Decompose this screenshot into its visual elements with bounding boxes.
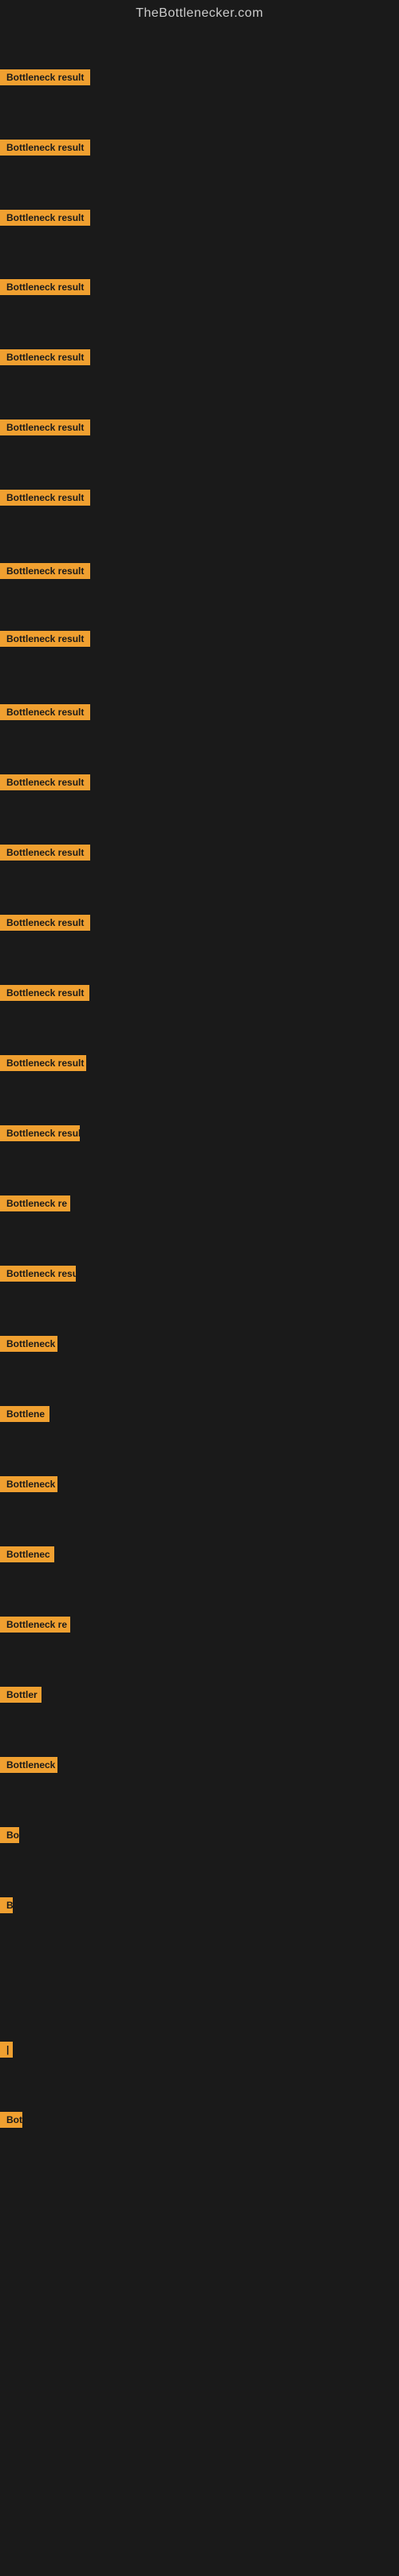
bottleneck-result-item[interactable]: Bottlenec bbox=[0, 1546, 54, 1566]
bottleneck-label: Bottleneck re bbox=[0, 1617, 70, 1633]
bottleneck-result-item[interactable]: Bottleneck result bbox=[0, 349, 90, 369]
bottleneck-label: Bottleneck result bbox=[0, 774, 90, 790]
site-title: TheBottlenecker.com bbox=[0, 0, 399, 24]
bottleneck-result-item[interactable]: Bottleneck resul bbox=[0, 1266, 76, 1286]
bottleneck-label: Bottleneck result bbox=[0, 985, 89, 1001]
bottleneck-result-item[interactable]: Bottlene bbox=[0, 1406, 49, 1426]
bottleneck-result-item[interactable]: Bottleneck result bbox=[0, 1125, 80, 1145]
bottleneck-result-item[interactable]: B bbox=[0, 1897, 13, 1917]
bottleneck-label: Bottleneck result bbox=[0, 69, 90, 85]
bottleneck-result-item[interactable]: Bottleneck re bbox=[0, 1195, 70, 1215]
bottleneck-result-item[interactable]: Bottleneck result bbox=[0, 704, 90, 724]
bottleneck-label: Bottlenec bbox=[0, 1546, 54, 1562]
bottleneck-label: Bottleneck result bbox=[0, 490, 90, 506]
bottleneck-result-item[interactable]: Bottleneck re bbox=[0, 1617, 70, 1637]
bottleneck-label: Bottleneck result bbox=[0, 1055, 86, 1071]
bottleneck-result-item[interactable]: Bot bbox=[0, 2112, 22, 2132]
bottleneck-label: Bottleneck result bbox=[0, 845, 90, 861]
bottleneck-label: Bot bbox=[0, 2112, 22, 2128]
bottleneck-result-item[interactable]: Bottleneck result bbox=[0, 631, 90, 651]
bottleneck-result-item[interactable]: Bottleneck result bbox=[0, 490, 90, 510]
bottleneck-result-item[interactable]: Bottleneck result bbox=[0, 845, 90, 865]
bottleneck-result-item[interactable]: | bbox=[0, 2042, 13, 2062]
bottleneck-label: Bottleneck result bbox=[0, 279, 90, 295]
bottleneck-label: Bottlene bbox=[0, 1406, 49, 1422]
bottleneck-result-item[interactable]: Bottleneck result bbox=[0, 1055, 86, 1075]
bottleneck-result-item[interactable]: Bottleneck result bbox=[0, 419, 90, 439]
bottleneck-label: Bottleneck result bbox=[0, 563, 90, 579]
bottleneck-result-item[interactable]: Bottleneck bbox=[0, 1757, 57, 1777]
bottleneck-result-item[interactable]: Bottleneck bbox=[0, 1476, 57, 1496]
bottleneck-result-item[interactable]: Bottleneck result bbox=[0, 210, 90, 230]
bottleneck-label: Bottleneck result bbox=[0, 140, 90, 156]
bottleneck-result-item[interactable]: Bottleneck result bbox=[0, 985, 89, 1005]
bottleneck-result-item[interactable]: Bottleneck result bbox=[0, 140, 90, 160]
bottleneck-label: Bottler bbox=[0, 1687, 41, 1703]
bottleneck-result-item[interactable]: Bottleneck result bbox=[0, 915, 90, 935]
bottleneck-label: Bottleneck re bbox=[0, 1195, 70, 1211]
bottleneck-label: Bottleneck result bbox=[0, 419, 90, 435]
bottleneck-label: Bo bbox=[0, 1827, 19, 1843]
bottleneck-label: B bbox=[0, 1897, 13, 1913]
bottleneck-label: Bottleneck resul bbox=[0, 1266, 76, 1282]
bottleneck-result-item[interactable]: Bottleneck bbox=[0, 1336, 57, 1356]
bottleneck-result-item[interactable]: Bottleneck result bbox=[0, 69, 90, 89]
bottleneck-result-item[interactable]: Bo bbox=[0, 1827, 19, 1847]
bottleneck-result-item[interactable]: Bottleneck result bbox=[0, 279, 90, 299]
bottleneck-result-item[interactable]: Bottleneck result bbox=[0, 774, 90, 794]
bottleneck-label: Bottleneck result bbox=[0, 631, 90, 647]
bottleneck-label: Bottleneck bbox=[0, 1336, 57, 1352]
bottleneck-label: Bottleneck bbox=[0, 1757, 57, 1773]
bottleneck-label: Bottleneck result bbox=[0, 915, 90, 931]
bottleneck-label: Bottleneck result bbox=[0, 704, 90, 720]
bottleneck-result-item[interactable]: Bottler bbox=[0, 1687, 41, 1707]
bottleneck-label: Bottleneck result bbox=[0, 1125, 80, 1141]
bottleneck-label: Bottleneck result bbox=[0, 349, 90, 365]
bottleneck-label: | bbox=[0, 2042, 13, 2058]
bottleneck-result-item[interactable]: Bottleneck result bbox=[0, 563, 90, 583]
bottleneck-label: Bottleneck result bbox=[0, 210, 90, 226]
bottleneck-label: Bottleneck bbox=[0, 1476, 57, 1492]
